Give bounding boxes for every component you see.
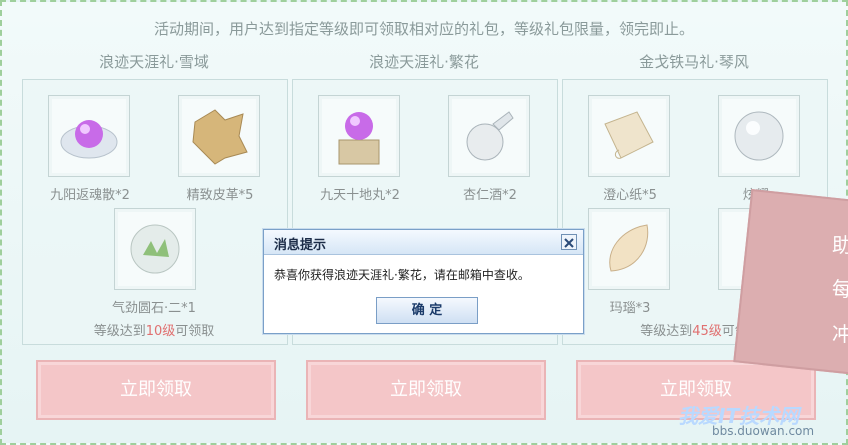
panel-title-flower: 浪迹天涯礼·繁花	[369, 53, 479, 71]
item-label: 澄心纸*5	[603, 188, 657, 203]
paper-scroll-icon	[604, 111, 654, 159]
dialog-title: 消息提示	[274, 238, 327, 253]
item-slot[interactable]	[588, 95, 670, 177]
item-label: 杏仁酒*2	[463, 188, 517, 203]
item-slot[interactable]	[588, 208, 670, 290]
leather-icon	[192, 109, 248, 165]
close-icon	[564, 238, 574, 248]
pearl-orb-icon	[60, 120, 118, 159]
message-dialog: 消息提示 恭喜你获得浪迹天涯礼·繁花，请在邮箱中查收。 确 定	[263, 229, 584, 334]
dialog-header: 消息提示	[264, 230, 583, 255]
item-slot[interactable]	[178, 95, 260, 177]
silver-orb-icon	[734, 111, 784, 161]
item-slot[interactable]	[318, 95, 400, 177]
side-promo-card	[733, 188, 848, 376]
claim-button[interactable]: 立即领取	[36, 360, 276, 420]
crystal-pedestal-icon	[338, 112, 380, 165]
close-button[interactable]	[561, 234, 577, 250]
item-label: 气劲圆石·二*1	[112, 301, 196, 316]
item-label: 九天十地丸*2	[320, 188, 400, 203]
item-label: 九阳返魂散*2	[50, 188, 130, 203]
panel-title-snow: 浪迹天涯礼·雪域	[99, 53, 209, 71]
promo-char: 助	[832, 233, 848, 257]
dialog-message: 恭喜你获得浪迹天涯礼·繁花，请在邮箱中查收。	[274, 268, 530, 282]
event-description: 活动期间，用户达到指定等级即可领取相对应的礼包，等级礼包限量，领完即止。	[153, 20, 694, 38]
item-slot[interactable]	[448, 95, 530, 177]
confirm-button[interactable]: 确 定	[376, 297, 478, 324]
item-slot[interactable]	[114, 208, 196, 290]
item-slot[interactable]	[48, 95, 130, 177]
level-requirement: 等级达到10级可领取	[93, 324, 215, 339]
wine-gourd-icon	[466, 111, 514, 161]
promo-char: 每	[832, 277, 848, 301]
item-label: 精致皮革*5	[186, 188, 254, 203]
promo-char: 冲	[832, 322, 848, 346]
item-slot[interactable]	[718, 95, 800, 177]
watermark-url: bbs.duowan.com	[712, 424, 815, 438]
panel-title-qinfeng: 金戈铁马礼·琴风	[639, 53, 749, 71]
jade-stone-icon	[130, 224, 180, 274]
item-label: 玛瑙*3	[609, 301, 651, 316]
claim-button[interactable]: 立即领取	[306, 360, 546, 420]
agate-icon	[609, 224, 649, 272]
